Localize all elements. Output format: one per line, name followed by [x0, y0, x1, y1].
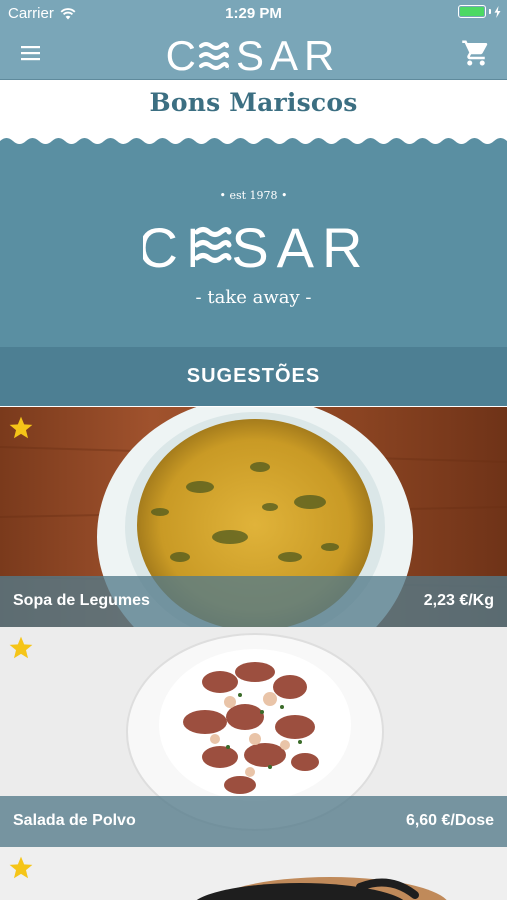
status-bar: Carrier 1:29 PM	[0, 0, 507, 28]
battery-cap	[489, 9, 491, 14]
menu-button[interactable]	[16, 38, 46, 68]
section-header-suggestions: SUGESTÕES	[0, 347, 507, 406]
app-header: Carrier 1:29 PM CESAR	[0, 0, 507, 80]
product-card[interactable]	[0, 847, 507, 900]
shopping-cart-icon	[462, 40, 488, 66]
banner-logo-text: CESAR	[143, 217, 365, 275]
wave-divider	[0, 138, 507, 150]
product-caption: Salada de Polvo 6,60 €/Dose	[0, 796, 507, 847]
product-name: Sopa de Legumes	[13, 592, 150, 609]
nav-logo: CESAR	[166, 34, 341, 76]
product-caption: Sopa de Legumes 2,23 €/Kg	[0, 576, 507, 627]
nav-bar: CESAR	[0, 28, 507, 80]
banner-title: Bons Mariscos	[149, 88, 358, 117]
star-icon	[9, 416, 33, 439]
nav-logo-text: CESAR	[166, 34, 341, 76]
product-card[interactable]: Sopa de Legumes 2,23 €/Kg	[0, 407, 507, 627]
banner-title-area: Bons Mariscos	[0, 80, 507, 140]
product-name: Salada de Polvo	[13, 812, 136, 829]
product-price: 6,60 €/Dose	[405, 812, 494, 829]
status-time: 1:29 PM	[225, 5, 282, 22]
cart-button[interactable]	[461, 38, 491, 68]
charging-bolt-icon	[494, 5, 501, 18]
star-icon	[9, 636, 33, 659]
takeaway-label: - take away -	[195, 287, 312, 308]
hamburger-menu-icon	[21, 46, 40, 61]
est-label: • est 1978 •	[219, 189, 288, 202]
battery-icon	[458, 5, 486, 18]
product-card[interactable]: Salada de Polvo 6,60 €/Dose	[0, 627, 507, 847]
product-price: 2,23 €/Kg	[423, 592, 494, 609]
banner-hero: • est 1978 • CESAR - take away -	[0, 145, 507, 347]
status-right	[458, 5, 501, 18]
pan-dish-image	[0, 847, 507, 900]
banner-logo: CESAR	[143, 217, 365, 275]
star-icon	[9, 856, 33, 879]
